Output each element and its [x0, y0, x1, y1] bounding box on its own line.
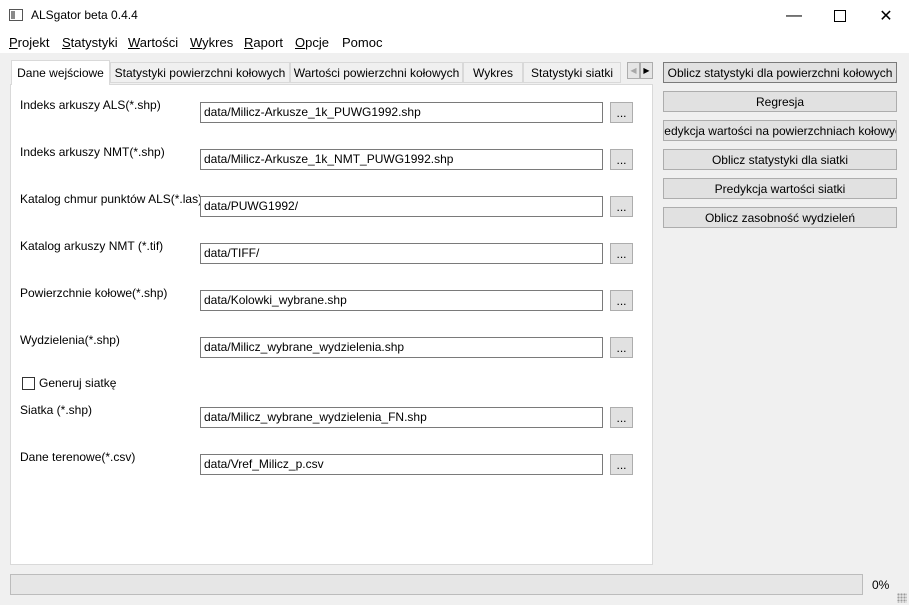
tab-wartosci-powierzchni-kolowych[interactable]: Wartości powierzchni kołowych: [290, 62, 463, 83]
resize-grip-icon[interactable]: [897, 593, 907, 603]
label-katalog-nmt: Katalog arkuszy NMT (*.tif): [20, 239, 164, 253]
label-indeks-als: Indeks arkuszy ALS(*.shp): [20, 98, 161, 112]
browse-indeks-nmt-button[interactable]: ...: [610, 149, 633, 170]
title-bar: ALSgator beta 0.4.4 — ✕: [0, 0, 909, 31]
label-katalog-las: Katalog chmur punktów ALS(*.las): [20, 192, 203, 206]
menu-raport[interactable]: Raport: [244, 35, 283, 50]
label-wydzielenia: Wydzielenia(*.shp): [20, 333, 120, 347]
minimize-icon: —: [786, 6, 802, 24]
window-title: ALSgator beta 0.4.4: [31, 8, 138, 22]
input-dane-terenowe[interactable]: data/Vref_Milicz_p.csv: [200, 454, 603, 475]
input-powierzchnie-kolowe[interactable]: data/Kolowki_wybrane.shp: [200, 290, 603, 311]
browse-siatka-button[interactable]: ...: [610, 407, 633, 428]
browse-wydzielenia-button[interactable]: ...: [610, 337, 633, 358]
oblicz-zasobnosc-button[interactable]: Oblicz zasobność wydzieleń: [663, 207, 897, 228]
input-indeks-als[interactable]: data/Milicz-Arkusze_1k_PUWG1992.shp: [200, 102, 603, 123]
label-indeks-nmt: Indeks arkuszy NMT(*.shp): [20, 145, 165, 159]
generuj-siatke-label[interactable]: Generuj siatkę: [39, 376, 116, 390]
tab-statystyki-powierzchni-kolowych[interactable]: Statystyki powierzchni kołowych: [110, 62, 290, 83]
maximize-icon: [834, 9, 846, 22]
browse-katalog-las-button[interactable]: ...: [610, 196, 633, 217]
input-katalog-nmt[interactable]: data/TIFF/: [200, 243, 603, 264]
tab-scroll-left-button[interactable]: ◀: [627, 62, 640, 79]
browse-dane-terenowe-button[interactable]: ...: [610, 454, 633, 475]
label-siatka: Siatka (*.shp): [20, 403, 93, 417]
predykcja-siatki-button[interactable]: Predykcja wartości siatki: [663, 178, 897, 199]
maximize-button[interactable]: [817, 0, 863, 31]
close-icon: ✕: [879, 7, 893, 25]
browse-powierzchnie-kolowe-button[interactable]: ...: [610, 290, 633, 311]
menu-pomoc[interactable]: Pomoc: [342, 35, 382, 50]
browse-katalog-nmt-button[interactable]: ...: [610, 243, 633, 264]
menu-wykres[interactable]: Wykres: [190, 35, 233, 50]
menu-bar: Projekt Statystyki Wartości Wykres Rapor…: [0, 31, 909, 53]
app-icon: [9, 9, 23, 21]
menu-opcje[interactable]: Opcje: [295, 35, 329, 50]
menu-wartosci[interactable]: Wartości: [128, 35, 178, 50]
generuj-siatke-checkbox[interactable]: [22, 377, 35, 390]
triangle-left-icon: ◀: [630, 66, 637, 75]
predykcja-kolowe-button[interactable]: Predykcja wartości na powierzchniach koł…: [663, 120, 897, 141]
input-wydzielenia[interactable]: data/Milicz_wybrane_wydzielenia.shp: [200, 337, 603, 358]
triangle-right-icon: ▶: [643, 66, 650, 75]
input-indeks-nmt[interactable]: data/Milicz-Arkusze_1k_NMT_PUWG1992.shp: [200, 149, 603, 170]
label-dane-terenowe: Dane terenowe(*.csv): [20, 450, 136, 464]
tab-scroll-right-button[interactable]: ▶: [640, 62, 653, 79]
menu-projekt[interactable]: Projekt: [9, 35, 49, 50]
menu-statystyki[interactable]: Statystyki: [62, 35, 118, 50]
input-katalog-las[interactable]: data/PUWG1992/: [200, 196, 603, 217]
minimize-button[interactable]: —: [771, 0, 817, 31]
oblicz-statystyki-siatki-button[interactable]: Oblicz statystyki dla siatki: [663, 149, 897, 170]
label-powierzchnie-kolowe: Powierzchnie kołowe(*.shp): [20, 286, 168, 300]
progress-text: 0%: [872, 578, 890, 592]
tab-statystyki-siatki[interactable]: Statystyki siatki: [523, 62, 621, 83]
tab-dane-wejsciowe[interactable]: Dane wejściowe: [11, 60, 110, 85]
oblicz-statystyki-kolowe-button[interactable]: Oblicz statystyki dla powierzchni kołowy…: [663, 62, 897, 83]
tab-wykres[interactable]: Wykres: [463, 62, 523, 83]
progress-bar: [10, 574, 863, 595]
browse-indeks-als-button[interactable]: ...: [610, 102, 633, 123]
input-siatka[interactable]: data/Milicz_wybrane_wydzielenia_FN.shp: [200, 407, 603, 428]
regresja-button[interactable]: Regresja: [663, 91, 897, 112]
close-button[interactable]: ✕: [863, 0, 909, 31]
